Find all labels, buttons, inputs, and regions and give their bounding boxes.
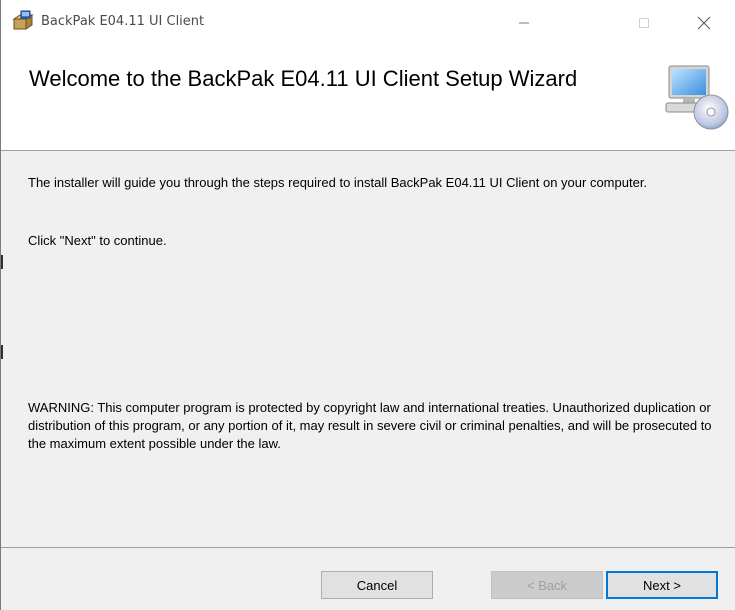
back-button[interactable]: < Back	[491, 571, 603, 599]
continue-instruction: Click "Next" to continue.	[28, 233, 167, 248]
window-title: BackPak E04.11 UI Client	[41, 14, 205, 29]
wizard-banner: Welcome to the BackPak E04.11 UI Client …	[1, 45, 735, 151]
installer-box-icon	[12, 10, 34, 32]
close-button[interactable]	[681, 0, 727, 45]
close-icon	[697, 16, 711, 30]
intro-text: The installer will guide you through the…	[28, 175, 648, 190]
minimize-icon	[518, 17, 530, 29]
cancel-button[interactable]: Cancel	[321, 571, 433, 599]
title-bar[interactable]: BackPak E04.11 UI Client	[1, 0, 735, 45]
minimize-button[interactable]	[501, 0, 547, 45]
next-button[interactable]: Next >	[606, 571, 718, 599]
button-bar: Cancel < Back Next >	[1, 547, 735, 610]
page-title: Welcome to the BackPak E04.11 UI Client …	[29, 66, 578, 91]
computer-cd-icon	[663, 62, 733, 132]
setup-wizard-window: BackPak E04.11 UI Client Welcome to the …	[0, 0, 735, 610]
wizard-body: The installer will guide you through the…	[1, 152, 735, 547]
window-edge-mark	[1, 255, 3, 269]
maximize-icon	[638, 17, 650, 29]
copyright-warning: WARNING: This computer program is protec…	[28, 400, 712, 451]
maximize-button[interactable]	[621, 0, 667, 45]
window-edge-mark	[1, 345, 3, 359]
